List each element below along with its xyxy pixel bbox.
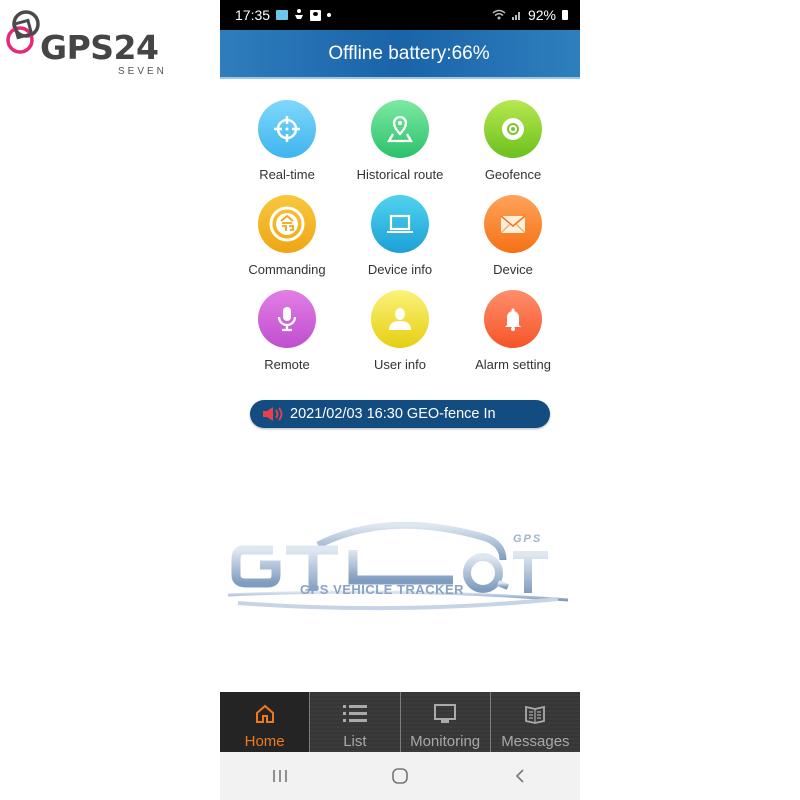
home-button[interactable]	[370, 752, 430, 800]
bottom-tab-bar: Home List Monitoring Messages	[220, 692, 580, 752]
menu-item-geofence[interactable]: Geofence	[458, 100, 568, 182]
menu-item-label: Historical route	[356, 167, 444, 182]
offline-battery-title: Offline battery:66%	[328, 42, 490, 64]
menu-item-user-info[interactable]: User info	[345, 290, 455, 372]
book-icon	[524, 701, 546, 727]
menu-item-device-info[interactable]: Device info	[345, 195, 455, 277]
signal-icon	[511, 7, 522, 23]
monitor-icon	[433, 701, 457, 727]
map-pin-icon	[371, 100, 429, 158]
menu-item-label: Alarm setting	[475, 357, 551, 372]
logo-tagline: GPS VEHICLE TRACKER	[300, 582, 465, 597]
alert-ticker[interactable]: 2021/02/03 16:30 GEO-fence In	[250, 400, 550, 428]
recents-button[interactable]	[250, 752, 310, 800]
brand-tagline: SEVEN	[118, 66, 167, 77]
more-notifications-icon	[327, 13, 332, 17]
command-icon	[258, 195, 316, 253]
menu-item-real-time[interactable]: Real-time	[232, 100, 342, 182]
microphone-icon	[258, 290, 316, 348]
user-icon	[371, 290, 429, 348]
battery-icon	[562, 10, 568, 20]
recents-icon	[273, 770, 287, 782]
message-notification-icon	[276, 10, 289, 20]
target-icon	[484, 100, 542, 158]
phone-screen: 17:35 92% Offline battery:66% Real-time …	[220, 0, 580, 800]
envelope-icon	[484, 195, 542, 253]
menu-item-remote[interactable]: Remote	[232, 290, 342, 372]
home-icon	[254, 701, 276, 727]
crosshair-icon	[258, 100, 316, 158]
status-time: 17:35	[235, 7, 271, 23]
home-circle-icon	[392, 768, 408, 784]
menu-item-label: Real-time	[259, 167, 315, 182]
tab-label: Messages	[501, 733, 570, 750]
gps-vehicle-tracker-logo: GPS VEHICLE TRACKER GPS	[227, 515, 573, 620]
menu-item-label: Geofence	[484, 167, 542, 182]
system-navigation-bar	[220, 752, 580, 800]
tab-messages[interactable]: Messages	[489, 692, 580, 752]
menu-item-commanding[interactable]: Commanding	[232, 195, 342, 277]
menu-item-label: Commanding	[248, 262, 326, 277]
laptop-icon	[371, 195, 429, 253]
logo-badge: GPS	[513, 533, 543, 545]
alert-message: 2021/02/03 16:30 GEO-fence In	[290, 406, 496, 422]
battery-percent: 92%	[527, 7, 556, 23]
contact-notification-icon	[310, 9, 322, 21]
menu-item-alarm-setting[interactable]: Alarm setting	[458, 290, 568, 372]
tab-label: Home	[244, 733, 285, 750]
list-icon	[342, 701, 368, 727]
menu-item-label: Remote	[264, 357, 310, 372]
wifi-icon	[492, 7, 506, 23]
menu-item-historical-route[interactable]: Historical route	[345, 100, 455, 182]
download-notification-icon	[294, 7, 304, 23]
tab-label: Monitoring	[410, 733, 481, 750]
brand-name: GPS24	[40, 28, 159, 67]
app-header: Offline battery:66%	[220, 30, 580, 79]
brand-logo: GPS24 SEVEN	[4, 6, 174, 77]
speaker-icon	[262, 406, 284, 422]
status-bar: 17:35 92%	[220, 0, 580, 30]
menu-item-device[interactable]: Device	[458, 195, 568, 277]
tab-label: List	[343, 733, 367, 750]
tab-monitoring[interactable]: Monitoring	[399, 692, 490, 752]
tab-list[interactable]: List	[309, 692, 400, 752]
back-icon	[515, 769, 524, 783]
menu-item-label: Device info	[367, 262, 433, 277]
tab-home[interactable]: Home	[220, 692, 310, 752]
menu-item-label: User info	[373, 357, 427, 372]
menu-item-label: Device	[493, 262, 533, 277]
back-button[interactable]	[490, 752, 550, 800]
bell-icon	[484, 290, 542, 348]
